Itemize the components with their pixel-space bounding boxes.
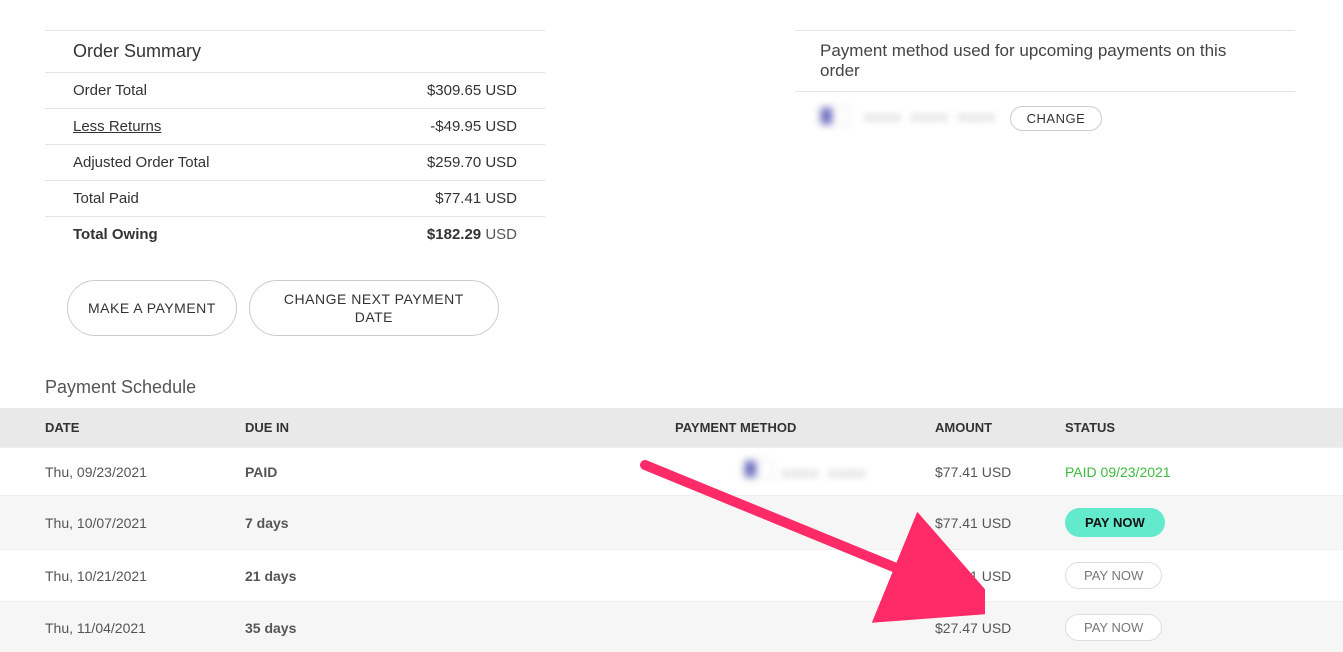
col-header-status: STATUS — [1065, 408, 1343, 448]
row-total-owing-label: Total Owing — [73, 226, 158, 243]
cell-payment-method: •••• •••• — [675, 448, 935, 496]
payment-schedule-section: Payment Schedule DATE DUE IN PAYMENT MET… — [0, 371, 1343, 652]
cell-amount: $27.47 USD — [935, 602, 1065, 652]
cell-due-in: 21 days — [245, 550, 675, 602]
card-number-masked: •••• •••• •••• — [864, 111, 996, 127]
col-header-due: DUE IN — [245, 408, 675, 448]
order-summary-title: Order Summary — [73, 41, 201, 62]
cell-status: PAY NOW — [1065, 496, 1343, 550]
change-next-payment-date-button[interactable]: CHANGE NEXT PAYMENT DATE — [249, 280, 499, 336]
cell-amount: $77.41 USD — [935, 448, 1065, 496]
cell-status: PAY NOW — [1065, 550, 1343, 602]
row-total-paid-label: Total Paid — [73, 190, 139, 207]
cell-payment-method — [675, 496, 935, 550]
table-row: Thu, 09/23/2021PAID •••• •••• $77.41 USDPA… — [0, 448, 1343, 496]
row-less-returns-value: -$49.95 USD — [430, 118, 517, 135]
row-adjusted-total-label: Adjusted Order Total — [73, 154, 209, 171]
order-summary: Order Summary Order Total $309.65 USD Le… — [45, 30, 545, 336]
cell-date: Thu, 10/07/2021 — [0, 496, 245, 550]
card-number-masked: •••• •••• — [782, 467, 867, 483]
cell-due-in: PAID — [245, 448, 675, 496]
payment-schedule-table: DATE DUE IN PAYMENT METHOD AMOUNT STATUS… — [0, 408, 1343, 652]
payment-method-title: Payment method used for upcoming payment… — [820, 41, 1226, 80]
cell-amount: $77.41 USD — [935, 496, 1065, 550]
cell-date: Thu, 10/21/2021 — [0, 550, 245, 602]
card-logo-icon — [820, 107, 850, 130]
table-row: Thu, 10/07/20217 days $77.41 USDPAY NOW — [0, 496, 1343, 550]
row-less-returns-label[interactable]: Less Returns — [73, 118, 161, 135]
cell-date: Thu, 11/04/2021 — [0, 602, 245, 652]
make-payment-button[interactable]: MAKE A PAYMENT — [67, 280, 237, 336]
change-payment-method-button[interactable]: CHANGE — [1010, 106, 1103, 131]
row-adjusted-total-value: $259.70 USD — [427, 154, 517, 171]
cell-amount: $77.41 USD — [935, 550, 1065, 602]
row-order-total-value: $309.65 USD — [427, 82, 517, 99]
row-total-paid-value: $77.41 USD — [435, 190, 517, 207]
row-total-owing-value: $182.29 USD — [427, 226, 517, 243]
table-row: Thu, 11/04/202135 days $27.47 USDPAY NOW — [0, 602, 1343, 652]
col-header-amount: AMOUNT — [935, 408, 1065, 448]
pay-now-button[interactable]: PAY NOW — [1065, 508, 1165, 537]
cell-due-in: 7 days — [245, 496, 675, 550]
cell-status: PAID 09/23/2021 — [1065, 448, 1343, 496]
owing-currency: USD — [485, 226, 517, 243]
col-header-date: DATE — [0, 408, 245, 448]
payment-schedule-title: Payment Schedule — [0, 371, 1343, 408]
owing-amount: $182.29 — [427, 226, 481, 243]
cell-due-in: 35 days — [245, 602, 675, 652]
cell-payment-method — [675, 602, 935, 652]
cell-status: PAY NOW — [1065, 602, 1343, 652]
status-paid-label: PAID 09/23/2021 — [1065, 464, 1171, 480]
card-logo-icon — [744, 465, 774, 481]
col-header-payment-method: PAYMENT METHOD — [675, 408, 935, 448]
row-order-total-label: Order Total — [73, 82, 147, 99]
table-row: Thu, 10/21/202121 days $77.41 USDPAY NOW — [0, 550, 1343, 602]
cell-payment-method — [675, 550, 935, 602]
pay-now-button[interactable]: PAY NOW — [1065, 614, 1162, 641]
payment-method-panel: Payment method used for upcoming payment… — [795, 30, 1295, 336]
cell-date: Thu, 09/23/2021 — [0, 448, 245, 496]
pay-now-button[interactable]: PAY NOW — [1065, 562, 1162, 589]
